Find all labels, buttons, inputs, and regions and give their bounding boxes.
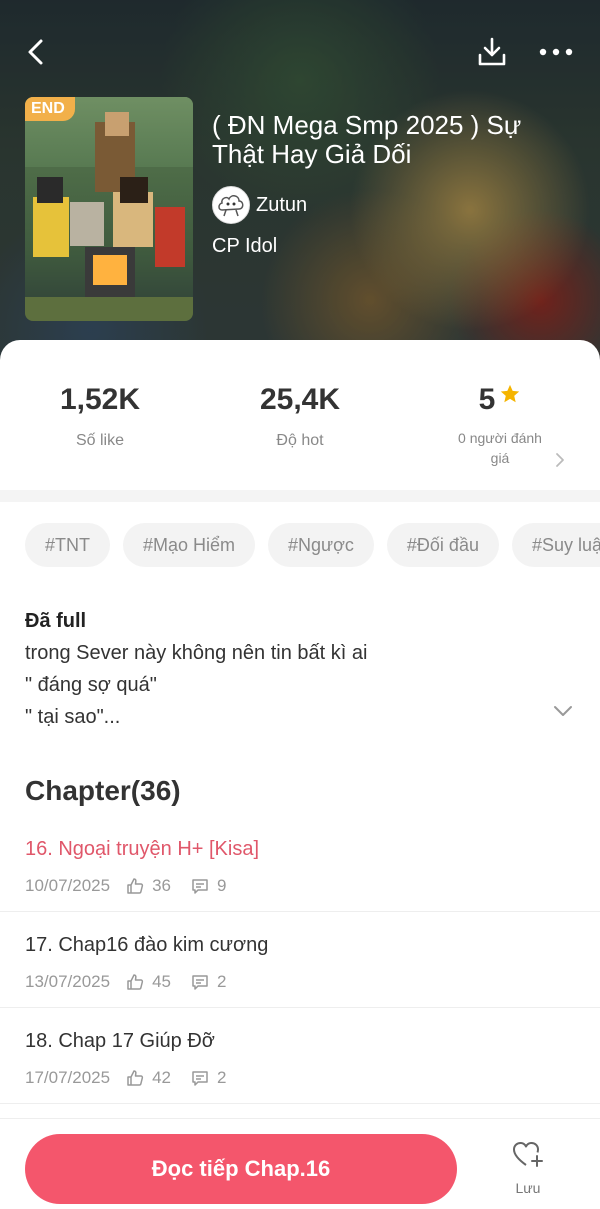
chapter-comments: 2 [217,1068,227,1087]
chevron-right-icon[interactable] [555,452,565,468]
save-button[interactable]: Lưu [498,1139,558,1203]
chapter-date: 10/07/2025 [25,876,111,895]
chapter-title: 16. Ngoại truyện H+ [Kisa] [25,838,260,860]
chapter-item[interactable]: 16. Ngoại truyện H+ [Kisa] 10/07/2025 36… [0,838,600,934]
comment-icon [191,1069,209,1087]
chapters-header: Chapter(36) [25,775,181,806]
save-label: Lưu [515,1180,541,1196]
author-avatar[interactable] [212,186,250,224]
row-divider [0,1103,600,1104]
tag-chip[interactable]: #Ngược [268,523,374,567]
chapter-likes: 45 [152,972,172,991]
description-line: " tại sao"... [25,706,121,728]
download-icon [478,37,506,66]
description-line: trong Sever này không nên tin bất kì ai [25,642,368,664]
end-badge: END [25,97,75,121]
story-genre[interactable]: CP Idol [212,235,277,258]
section-divider [0,490,600,502]
row-divider [0,1007,600,1008]
stat-likes: 1,52K Số like [0,380,200,450]
chapter-date: 13/07/2025 [25,972,111,991]
back-arrow-icon [28,39,43,65]
description[interactable]: Đã full trong Sever này không nên tin bấ… [25,605,565,733]
completion-status: Đã full [25,610,87,632]
story-title: ( ĐN Mega Smp 2025 ) Sự Thật Hay Giả Dối [212,110,522,169]
back-button[interactable] [16,30,56,74]
author-info[interactable]: Zutun [212,186,307,224]
chapter-comments: 2 [217,972,227,991]
chapter-meta: 10/07/2025 36 9 [25,876,226,896]
stats-row: 1,52K Số like 25,4K Độ hot 5 0 người đán… [0,380,600,490]
more-options-button[interactable] [534,30,578,74]
row-divider [0,911,600,912]
chapter-likes: 36 [152,876,172,895]
tag-chip[interactable]: #Mạo Hiểm [123,523,256,567]
comment-icon [191,877,209,895]
continue-reading-button[interactable]: Đọc tiếp Chap.16 [25,1134,457,1204]
rating-value-row: 5 [400,380,600,420]
chapter-meta: 13/07/2025 45 2 [25,972,226,992]
likes-count: 1,52K [59,383,141,416]
tag-chip[interactable]: #Đối đầu [386,523,499,567]
content-panel: 1,52K Số like 25,4K Độ hot 5 0 người đán… [0,340,600,1209]
more-dots-icon [539,48,573,56]
chapter-item[interactable]: 18. Chap 17 Giúp Đỡ 17/07/2025 42 2 [0,1030,600,1126]
likes-label: Số like [75,432,125,449]
chapter-meta: 17/07/2025 42 2 [25,1068,226,1088]
thumbs-up-icon [126,877,144,895]
download-button[interactable] [470,30,514,74]
tag-chip[interactable]: #Suy luậ [511,523,600,567]
description-line: " đáng sợ quá" [25,674,157,696]
chapter-comments: 9 [217,876,227,895]
chapter-likes: 42 [152,1068,172,1087]
bottom-action-bar: Đọc tiếp Chap.16 Lưu [0,1118,600,1209]
tag-chip[interactable]: #TNT [25,523,110,567]
comment-icon [191,973,209,991]
chapter-item[interactable]: 17. Chap16 đào kim cương 13/07/2025 45 2 [0,934,600,1030]
top-bar [0,30,600,74]
thumbs-up-icon [126,1069,144,1087]
thumbs-up-icon [126,973,144,991]
author-name[interactable]: Zutun [256,194,307,217]
expand-chevron-down-icon[interactable] [553,705,573,717]
stat-hot: 25,4K Độ hot [200,380,400,450]
rating-label: 0 người đánh giá [458,430,542,466]
tags-row: #TNT #Mạo Hiểm #Ngược #Đối đầu #Suy luậ [25,523,600,567]
avatar-cloud-icon [218,195,244,217]
chapter-date: 17/07/2025 [25,1068,111,1087]
star-icon [501,384,520,403]
chapter-title: 18. Chap 17 Giúp Đỡ [25,1030,215,1052]
chapter-title: 17. Chap16 đào kim cương [25,934,269,956]
heart-plus-icon [513,1142,543,1167]
hot-count: 25,4K [259,383,341,416]
stat-rating[interactable]: 5 0 người đánh giá [400,380,600,468]
cover-image: END [25,97,193,321]
rating-value: 5 [478,383,496,416]
hot-label: Độ hot [276,432,324,449]
